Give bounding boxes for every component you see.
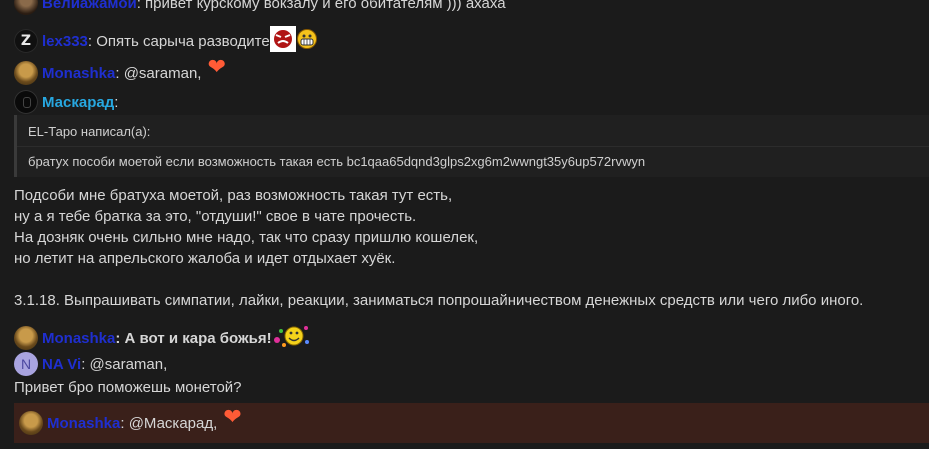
message-text: : @Маскарад, (120, 414, 218, 432)
message-text-line: Привет бро поможешь монетой? (14, 379, 242, 396)
message-text: : (114, 93, 119, 111)
username-link[interactable]: lex333 (42, 33, 88, 50)
avatar[interactable] (14, 0, 38, 15)
avatar[interactable]: Z (14, 29, 38, 53)
chat-message: Z lex333 : Опять сарыча разводите (14, 26, 318, 56)
quote-header: EL-Таро написал(а): (28, 124, 151, 139)
avatar[interactable]: N (14, 352, 38, 376)
quote-body: братух пособи моетой если возможность та… (28, 154, 646, 169)
reply-line: На дозняк очень сильно мне надо, так что… (14, 229, 479, 246)
chat-message: Велиажамой : привет курскому вокзалу и е… (14, 0, 506, 15)
quote-block: EL-Таро написал(а): братух пособи моетой… (14, 115, 929, 177)
grin-emoji-icon (296, 28, 318, 54)
username-link[interactable]: Маскарад (42, 94, 114, 111)
chat-message: N NA Vi : @saraman, (14, 352, 167, 376)
avatar[interactable] (14, 90, 38, 114)
chat-message: Monashka : А вот и кара божья! (14, 323, 310, 353)
angry-face-emoji-icon (269, 26, 296, 56)
username-link[interactable]: Велиажамой (42, 0, 137, 12)
highlighted-message: Monashka : @Маскарад, ❤ (14, 403, 929, 443)
message-text: : @saraman, (81, 355, 168, 373)
reply-line: но летит на апрельского жалоба и идет от… (14, 250, 396, 267)
rule-text: 3.1.18. Выпрашивать симпатии, лайки, реа… (14, 292, 864, 309)
username-link[interactable]: Monashka (42, 330, 115, 347)
quote-divider (17, 146, 929, 147)
avatar[interactable] (14, 326, 38, 350)
heart-icon: ❤ (223, 404, 242, 429)
avatar[interactable] (19, 411, 43, 435)
message-text: : привет курскому вокзалу и его обитател… (136, 0, 506, 12)
reply-line: ну а я тебе братка за это, "отдуши!" сво… (14, 208, 417, 225)
reply-line: Подсоби мне братуха моетой, раз возможно… (14, 187, 453, 204)
celebration-emoji-icon (272, 323, 310, 353)
chat-message: Monashka : @saraman, ❤ (14, 56, 226, 85)
message-text: : @saraman, (115, 64, 202, 82)
message-text: : А вот и кара божья! (115, 329, 272, 347)
heart-icon: ❤ (207, 54, 226, 79)
chat-message: Маскарад : (14, 90, 118, 114)
username-link[interactable]: Monashka (47, 415, 120, 432)
username-link[interactable]: NA Vi (42, 356, 81, 373)
reply-text: Подсоби мне братуха моетой, раз возможно… (14, 185, 478, 269)
message-text: : Опять сарыча разводите (87, 32, 270, 50)
username-link[interactable]: Monashka (42, 65, 115, 82)
avatar[interactable] (14, 61, 38, 85)
